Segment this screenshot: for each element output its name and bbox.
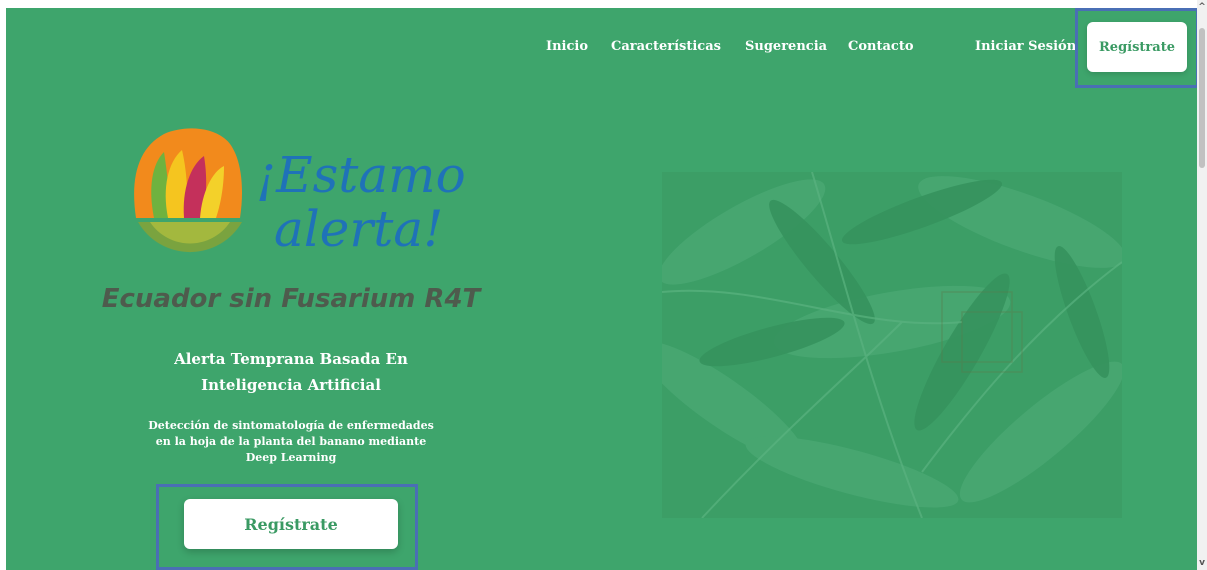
- scroll-down-arrow-icon[interactable]: v: [1197, 558, 1207, 568]
- hero-description: Detección de sintomatología de enfermeda…: [6, 418, 576, 466]
- hero-headline: Alerta Temprana Basada En Inteligencia A…: [6, 346, 576, 398]
- description-line-1: Detección de sintomatología de enfermeda…: [148, 419, 434, 432]
- nav-register-button[interactable]: Regístrate: [1087, 22, 1187, 72]
- headline-line-1: Alerta Temprana Basada En: [174, 350, 408, 368]
- banana-leaves-image: [662, 172, 1122, 518]
- nav-inicio-link[interactable]: Inicio: [546, 39, 588, 55]
- banana-flower-icon: [134, 128, 243, 253]
- cta-register-button[interactable]: Regístrate: [184, 499, 398, 549]
- nav-caracteristicas-link[interactable]: Características: [611, 39, 721, 55]
- scrollbar-thumb[interactable]: [1199, 28, 1205, 168]
- description-line-2: en la hoja de la planta del banano media…: [155, 435, 427, 448]
- description-line-3: Deep Learning: [245, 451, 337, 464]
- landing-page: Inicio Características Sugerencia Contac…: [6, 8, 1197, 570]
- nav-contacto-link[interactable]: Contacto: [848, 39, 914, 55]
- logo-text-alerta: alerta!: [274, 200, 443, 258]
- nav-login-link[interactable]: Iniciar Sesión: [975, 39, 1076, 55]
- vertical-scrollbar[interactable]: ^ v: [1197, 0, 1207, 570]
- headline-line-2: Inteligencia Artificial: [201, 376, 381, 394]
- nav-sugerencia-link[interactable]: Sugerencia: [745, 39, 827, 55]
- estamos-alerta-logo: ¡Estamos alerta!: [134, 128, 464, 258]
- logo-text-estamos: ¡Estamos: [256, 146, 464, 204]
- hero-subtitle: Ecuador sin Fusarium R4T: [101, 284, 481, 314]
- scroll-up-arrow-icon[interactable]: ^: [1197, 2, 1207, 12]
